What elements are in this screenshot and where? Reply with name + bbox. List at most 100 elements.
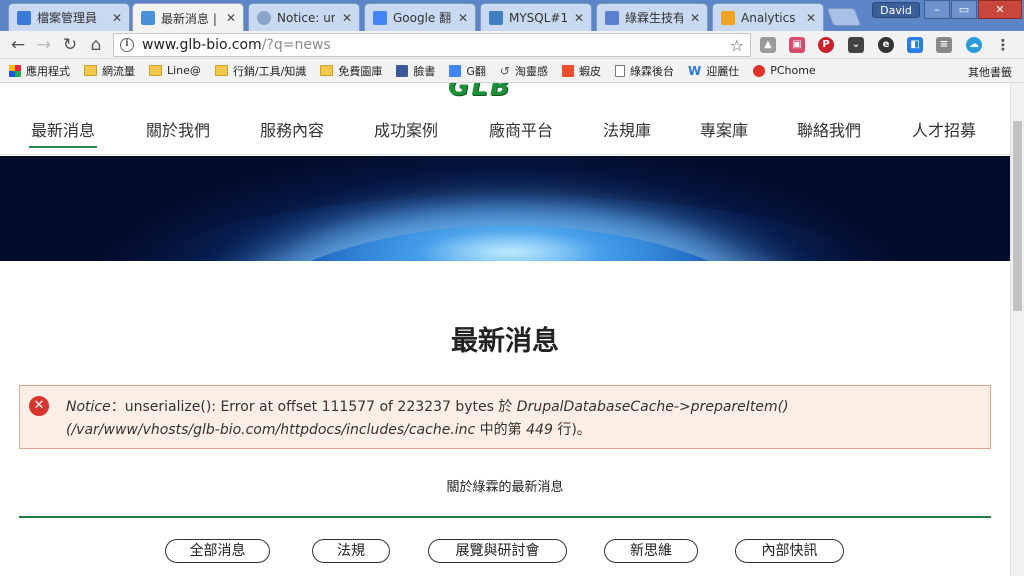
error-notice: ✕ Notice：unserialize(): Error at offset …	[19, 385, 991, 449]
extension-icon[interactable]: ◧	[907, 37, 923, 53]
nav-item-cases[interactable]: 成功案例	[374, 117, 438, 141]
bookmark-label: G翻	[466, 64, 486, 78]
browser-tab[interactable]: 檔案管理員 ✕	[8, 3, 130, 31]
address-bar[interactable]: i www.glb-bio.com /?q=news ☆	[113, 33, 751, 57]
close-icon[interactable]: ✕	[225, 12, 237, 24]
folder-icon	[320, 65, 334, 76]
nav-item-contact[interactable]: 聯絡我們	[797, 117, 861, 141]
browser-tab[interactable]: Notice: unse ✕	[248, 3, 360, 31]
back-button[interactable]: ←	[8, 35, 28, 55]
restore-button[interactable]: ▭	[951, 0, 977, 19]
section-divider	[19, 516, 991, 518]
nav-item-regulations[interactable]: 法規庫	[603, 117, 651, 141]
mysql-favicon-icon	[489, 10, 503, 25]
file-manager-favicon-icon	[17, 10, 31, 25]
bookmark-label: 蝦皮	[578, 64, 601, 78]
filter-all-news[interactable]: 全部消息	[165, 539, 270, 563]
close-icon[interactable]: ✕	[341, 12, 353, 24]
nav-item-vendor-platform[interactable]: 廠商平台	[489, 117, 553, 141]
shopee-icon	[561, 64, 574, 77]
browser-tab-active[interactable]: 最新消息 | 綠 ✕	[132, 3, 244, 31]
notice-line-number: 449	[526, 422, 553, 438]
bookmark-label: 淘靈感	[514, 64, 548, 78]
bookmark-folder[interactable]: Line@	[149, 64, 201, 77]
browser-tab[interactable]: Google 翻譯 ✕	[364, 3, 476, 31]
browser-tab[interactable]: MYSQL#10 ✕	[480, 3, 592, 31]
extension-icon[interactable]: ▣	[789, 37, 805, 53]
close-window-button[interactable]: ✕	[978, 0, 1022, 19]
nav-item-projects[interactable]: 專案庫	[700, 117, 748, 141]
close-icon[interactable]: ✕	[573, 12, 585, 24]
nav-item-about[interactable]: 關於我們	[146, 117, 210, 141]
close-icon[interactable]: ✕	[689, 12, 701, 24]
tab-title: 檔案管理員	[37, 11, 98, 25]
folder-icon	[84, 65, 97, 76]
filter-internal-news[interactable]: 內部快訊	[735, 539, 844, 563]
browser-toolbar: ← → ↻ ⌂ i www.glb-bio.com /?q=news ☆ ▲ ▣…	[0, 31, 1024, 59]
notice-path: (/var/www/vhosts/glb-bio.com/httpdocs/in…	[66, 422, 476, 438]
nav-item-services[interactable]: 服務內容	[260, 117, 324, 141]
forward-button[interactable]: →	[34, 35, 54, 55]
scrollbar-thumb[interactable]	[1013, 121, 1022, 311]
bookmark-shopee[interactable]: 蝦皮	[561, 63, 601, 79]
cloud-icon[interactable]: ☁	[966, 37, 982, 53]
bookmark-taobao[interactable]: ↺ 淘靈感	[500, 63, 548, 79]
page-scrollbar[interactable]	[1010, 83, 1024, 576]
filter-exhibitions[interactable]: 展覽與研討會	[428, 539, 567, 563]
bookmark-pchome[interactable]: PChome	[753, 64, 816, 77]
tab-title: MYSQL#10	[509, 10, 567, 25]
bookmark-label: 其他書籤	[968, 66, 1012, 79]
bookmark-folder[interactable]: 免費圖庫	[320, 63, 382, 79]
home-button[interactable]: ⌂	[86, 35, 106, 55]
notice-method: DrupalDatabaseCache->prepareItem()	[516, 399, 789, 415]
close-icon[interactable]: ✕	[805, 12, 817, 24]
browser-tabstrip: 檔案管理員 ✕ 最新消息 | 綠 ✕ Notice: unse ✕ Google…	[0, 0, 1024, 31]
close-icon[interactable]: ✕	[457, 12, 469, 24]
minimize-button[interactable]: –	[924, 0, 950, 19]
extension-icon[interactable]: ▲	[760, 37, 776, 53]
nav-item-news[interactable]: 最新消息	[28, 117, 98, 148]
analytics-favicon-icon	[721, 10, 735, 25]
bookmark-w[interactable]: W 迎麗仕	[688, 63, 739, 79]
tab-title: Notice: unse	[277, 10, 335, 25]
nav-item-careers[interactable]: 人才招募	[912, 117, 976, 141]
other-bookmarks[interactable]: 其他書籤	[950, 64, 1012, 80]
profile-button[interactable]: David	[872, 2, 920, 18]
people-favicon-icon	[605, 10, 619, 25]
extension-icon[interactable]: ≡	[936, 37, 952, 53]
new-tab-button[interactable]	[826, 8, 862, 26]
globe-favicon-icon	[257, 10, 271, 25]
browser-tab[interactable]: 綠霖生技有 ✕	[596, 3, 708, 31]
main-nav: 最新消息 關於我們 服務內容 成功案例 廠商平台 法規庫 專案庫 聯絡我們 人才…	[0, 117, 1010, 148]
info-icon[interactable]: i	[120, 38, 134, 52]
notice-line-pre: 中的第	[475, 422, 527, 438]
pinterest-icon[interactable]: P	[818, 37, 834, 53]
filter-new-thinking[interactable]: 新思維	[604, 539, 698, 563]
bookmark-apps[interactable]: 應用程式	[9, 63, 70, 79]
bookmark-google-translate[interactable]: G翻	[449, 63, 486, 79]
bookmark-label: 行銷/工具/知識	[232, 64, 307, 78]
reload-button[interactable]: ↻	[60, 35, 80, 55]
bookmark-label: 應用程式	[26, 64, 70, 78]
site-logo[interactable]: GLB	[448, 83, 560, 103]
bookmark-star-icon[interactable]: ☆	[730, 36, 744, 55]
bookmark-label: 迎麗仕	[706, 64, 740, 78]
news-subtitle: 關於綠霖的最新消息	[446, 480, 564, 495]
browser-tab[interactable]: Analytics ( ✕	[712, 3, 824, 31]
bookmark-folder[interactable]: 網流量	[84, 63, 135, 79]
notice-message: unserialize(): Error at offset 111577 of…	[124, 399, 517, 415]
extension-icon[interactable]: e	[878, 37, 894, 53]
page-icon	[614, 64, 625, 77]
bookmark-page[interactable]: 綠霖後台	[614, 63, 674, 79]
notice-label: Notice	[66, 399, 111, 415]
bookmark-label: 免費圖庫	[338, 64, 383, 78]
filter-regulations[interactable]: 法規	[312, 539, 390, 563]
notice-line-2: (/var/www/vhosts/glb-bio.com/httpdocs/in…	[66, 419, 978, 442]
menu-icon[interactable]: ⋮	[995, 37, 1011, 53]
close-icon[interactable]: ✕	[111, 12, 123, 24]
pocket-icon[interactable]: ⌄	[848, 37, 864, 53]
bookmark-facebook[interactable]: 臉書	[396, 63, 435, 79]
tab-title: Analytics (	[741, 10, 799, 25]
folder-icon	[149, 65, 162, 76]
bookmark-folder[interactable]: 行銷/工具/知識	[214, 63, 307, 79]
